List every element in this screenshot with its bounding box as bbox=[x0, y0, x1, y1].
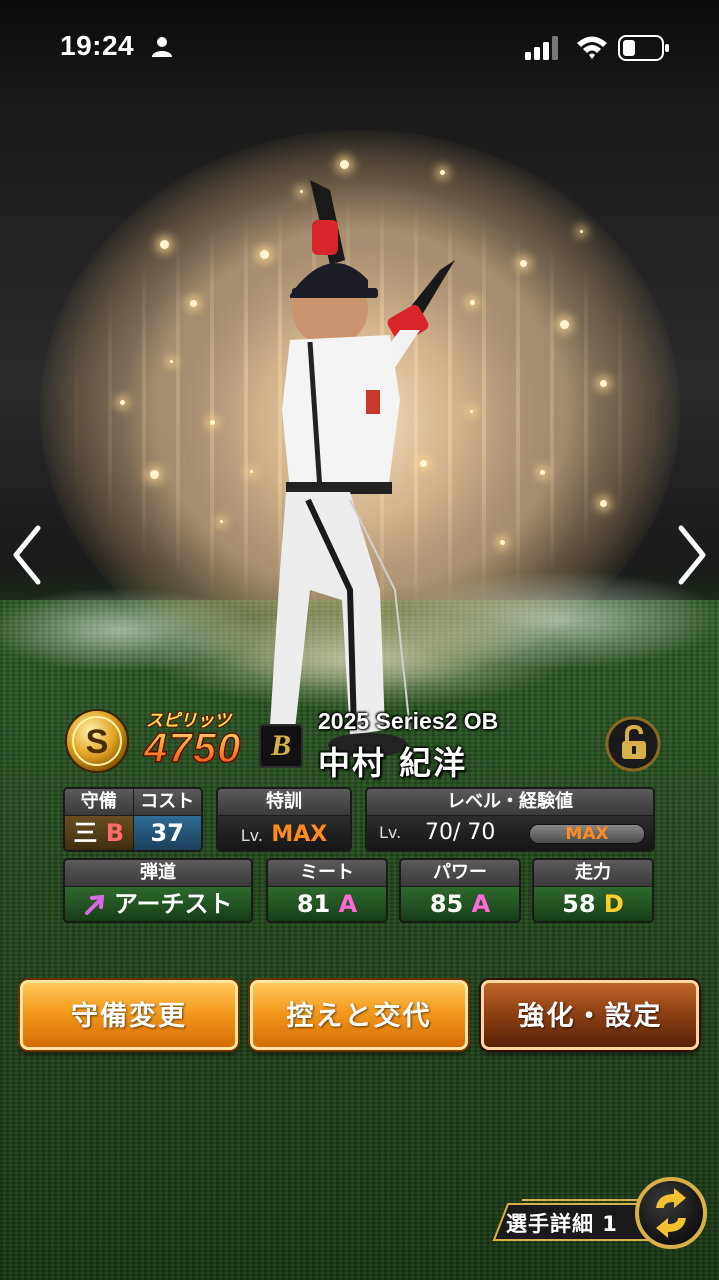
cost-header: コスト bbox=[133, 789, 201, 816]
training-box: 特訓 Lv. MAX bbox=[216, 787, 352, 852]
trajectory-value-row: アーチスト bbox=[65, 887, 251, 921]
position-value: 三 B bbox=[65, 816, 133, 850]
rarity-badge: S bbox=[64, 708, 130, 774]
speed-box: 走力 58 D bbox=[532, 858, 654, 923]
position-name: 三 bbox=[73, 819, 98, 847]
status-bar: 19:24 bbox=[0, 0, 719, 96]
training-max: MAX bbox=[271, 822, 328, 847]
trajectory-header: 弾道 bbox=[65, 860, 251, 887]
team-logo: B bbox=[259, 724, 303, 768]
position-header: 守備 bbox=[65, 789, 133, 816]
sparkle bbox=[560, 320, 569, 329]
svg-text:S: S bbox=[86, 723, 109, 761]
series-label: 2025 Series2 OB bbox=[318, 708, 499, 734]
meet-value-row: 81 A bbox=[268, 887, 386, 921]
sparkle bbox=[600, 380, 607, 387]
exp-bar-max: MAX bbox=[565, 824, 609, 844]
player-name: 中村 紀洋 bbox=[318, 744, 468, 782]
defense-change-button[interactable]: 守備変更 bbox=[20, 980, 238, 1050]
speed-header: 走力 bbox=[534, 860, 652, 887]
speed-value-row: 58 D bbox=[534, 887, 652, 921]
cost-value: 37 bbox=[133, 816, 201, 850]
sparkle bbox=[210, 420, 215, 425]
rarity-coin-icon: S bbox=[65, 709, 129, 773]
level-value: 70/ 70 bbox=[425, 820, 496, 845]
sparkle bbox=[540, 470, 545, 475]
trajectory-box: 弾道 アーチスト bbox=[63, 858, 253, 923]
player-detail-label: 選手詳細 1 bbox=[506, 1212, 618, 1236]
exp-bar: MAX bbox=[529, 824, 645, 844]
sparkle bbox=[160, 240, 169, 249]
sparkle bbox=[220, 520, 223, 523]
meet-header: ミート bbox=[268, 860, 386, 887]
speed-grade: D bbox=[603, 890, 624, 918]
level-box: レベル・経験値 Lv. 70/ 70 MAX bbox=[365, 787, 655, 852]
lock-open-icon[interactable] bbox=[605, 716, 661, 772]
trajectory-value: アーチスト bbox=[113, 890, 233, 918]
previous-player-arrow-icon[interactable] bbox=[6, 520, 46, 590]
sparkle bbox=[580, 230, 583, 233]
sparkle bbox=[500, 540, 505, 545]
status-time: 19:24 bbox=[60, 30, 135, 61]
power-value-row: 85 A bbox=[401, 887, 519, 921]
player-illustration bbox=[270, 180, 455, 757]
sparkle bbox=[520, 260, 527, 267]
person-icon bbox=[152, 37, 172, 57]
battery-icon bbox=[618, 35, 669, 61]
sparkle bbox=[340, 160, 349, 169]
training-header: 特訓 bbox=[218, 789, 350, 816]
bench-swap-button[interactable]: 控えと交代 bbox=[250, 980, 468, 1050]
enhance-settings-button[interactable]: 強化・設定 bbox=[481, 980, 699, 1050]
training-lv-label: Lv. bbox=[240, 826, 263, 845]
sparkle bbox=[120, 400, 125, 405]
next-player-arrow-icon[interactable] bbox=[673, 520, 713, 590]
power-grade: A bbox=[471, 890, 491, 918]
training-value-row: Lv. MAX bbox=[218, 816, 350, 850]
level-header: レベル・経験値 bbox=[367, 789, 653, 816]
sparkle bbox=[600, 500, 607, 507]
level-value-row: Lv. 70/ 70 MAX bbox=[367, 816, 653, 850]
level-lv-label: Lv. bbox=[379, 823, 402, 842]
position-cost-box: 守備 三 B コスト 37 bbox=[63, 787, 203, 852]
signal-icon bbox=[525, 36, 558, 60]
team-logo-letter: B bbox=[270, 729, 291, 762]
power-box: パワー 85 A bbox=[399, 858, 521, 923]
sparkle bbox=[150, 470, 159, 479]
sparkle bbox=[170, 360, 173, 363]
meet-grade: A bbox=[338, 890, 358, 918]
swap-arrows-icon[interactable] bbox=[634, 1176, 708, 1250]
speed-value: 58 bbox=[562, 890, 596, 918]
wifi-icon bbox=[577, 36, 607, 59]
arrow-up-right-icon bbox=[84, 894, 104, 915]
meet-value: 81 bbox=[296, 890, 331, 918]
power-value: 85 bbox=[429, 890, 464, 918]
position-grade: B bbox=[105, 819, 125, 847]
power-header: パワー bbox=[401, 860, 519, 887]
spirits-value: 4750 bbox=[143, 723, 242, 772]
meet-box: ミート 81 A bbox=[266, 858, 388, 923]
sparkle bbox=[190, 300, 197, 307]
